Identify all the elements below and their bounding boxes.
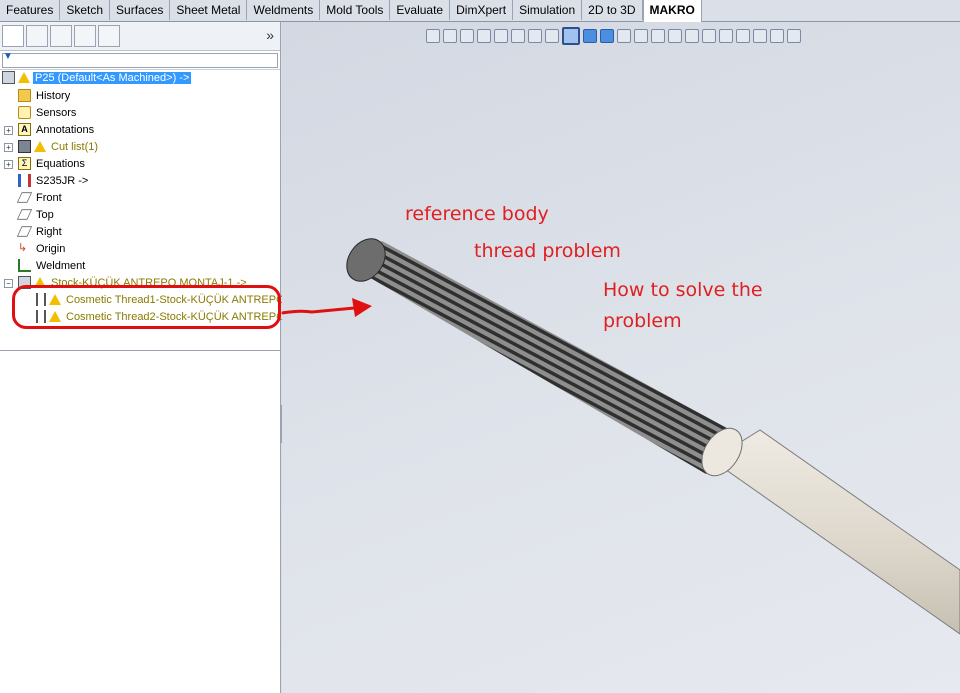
model-overlay (281, 238, 960, 635)
threaded-section (350, 241, 736, 474)
annotation-how-to-solve: How to solve the (603, 279, 763, 301)
plain-shaft (711, 429, 960, 635)
annotation-thread-problem: thread problem (474, 240, 621, 262)
highlight-box (12, 285, 281, 329)
annotation-arrow-head (352, 298, 372, 317)
annotation-reference-body: reference body (405, 203, 549, 225)
annotation-arrow (281, 305, 366, 315)
annotation-problem: problem (603, 310, 682, 332)
